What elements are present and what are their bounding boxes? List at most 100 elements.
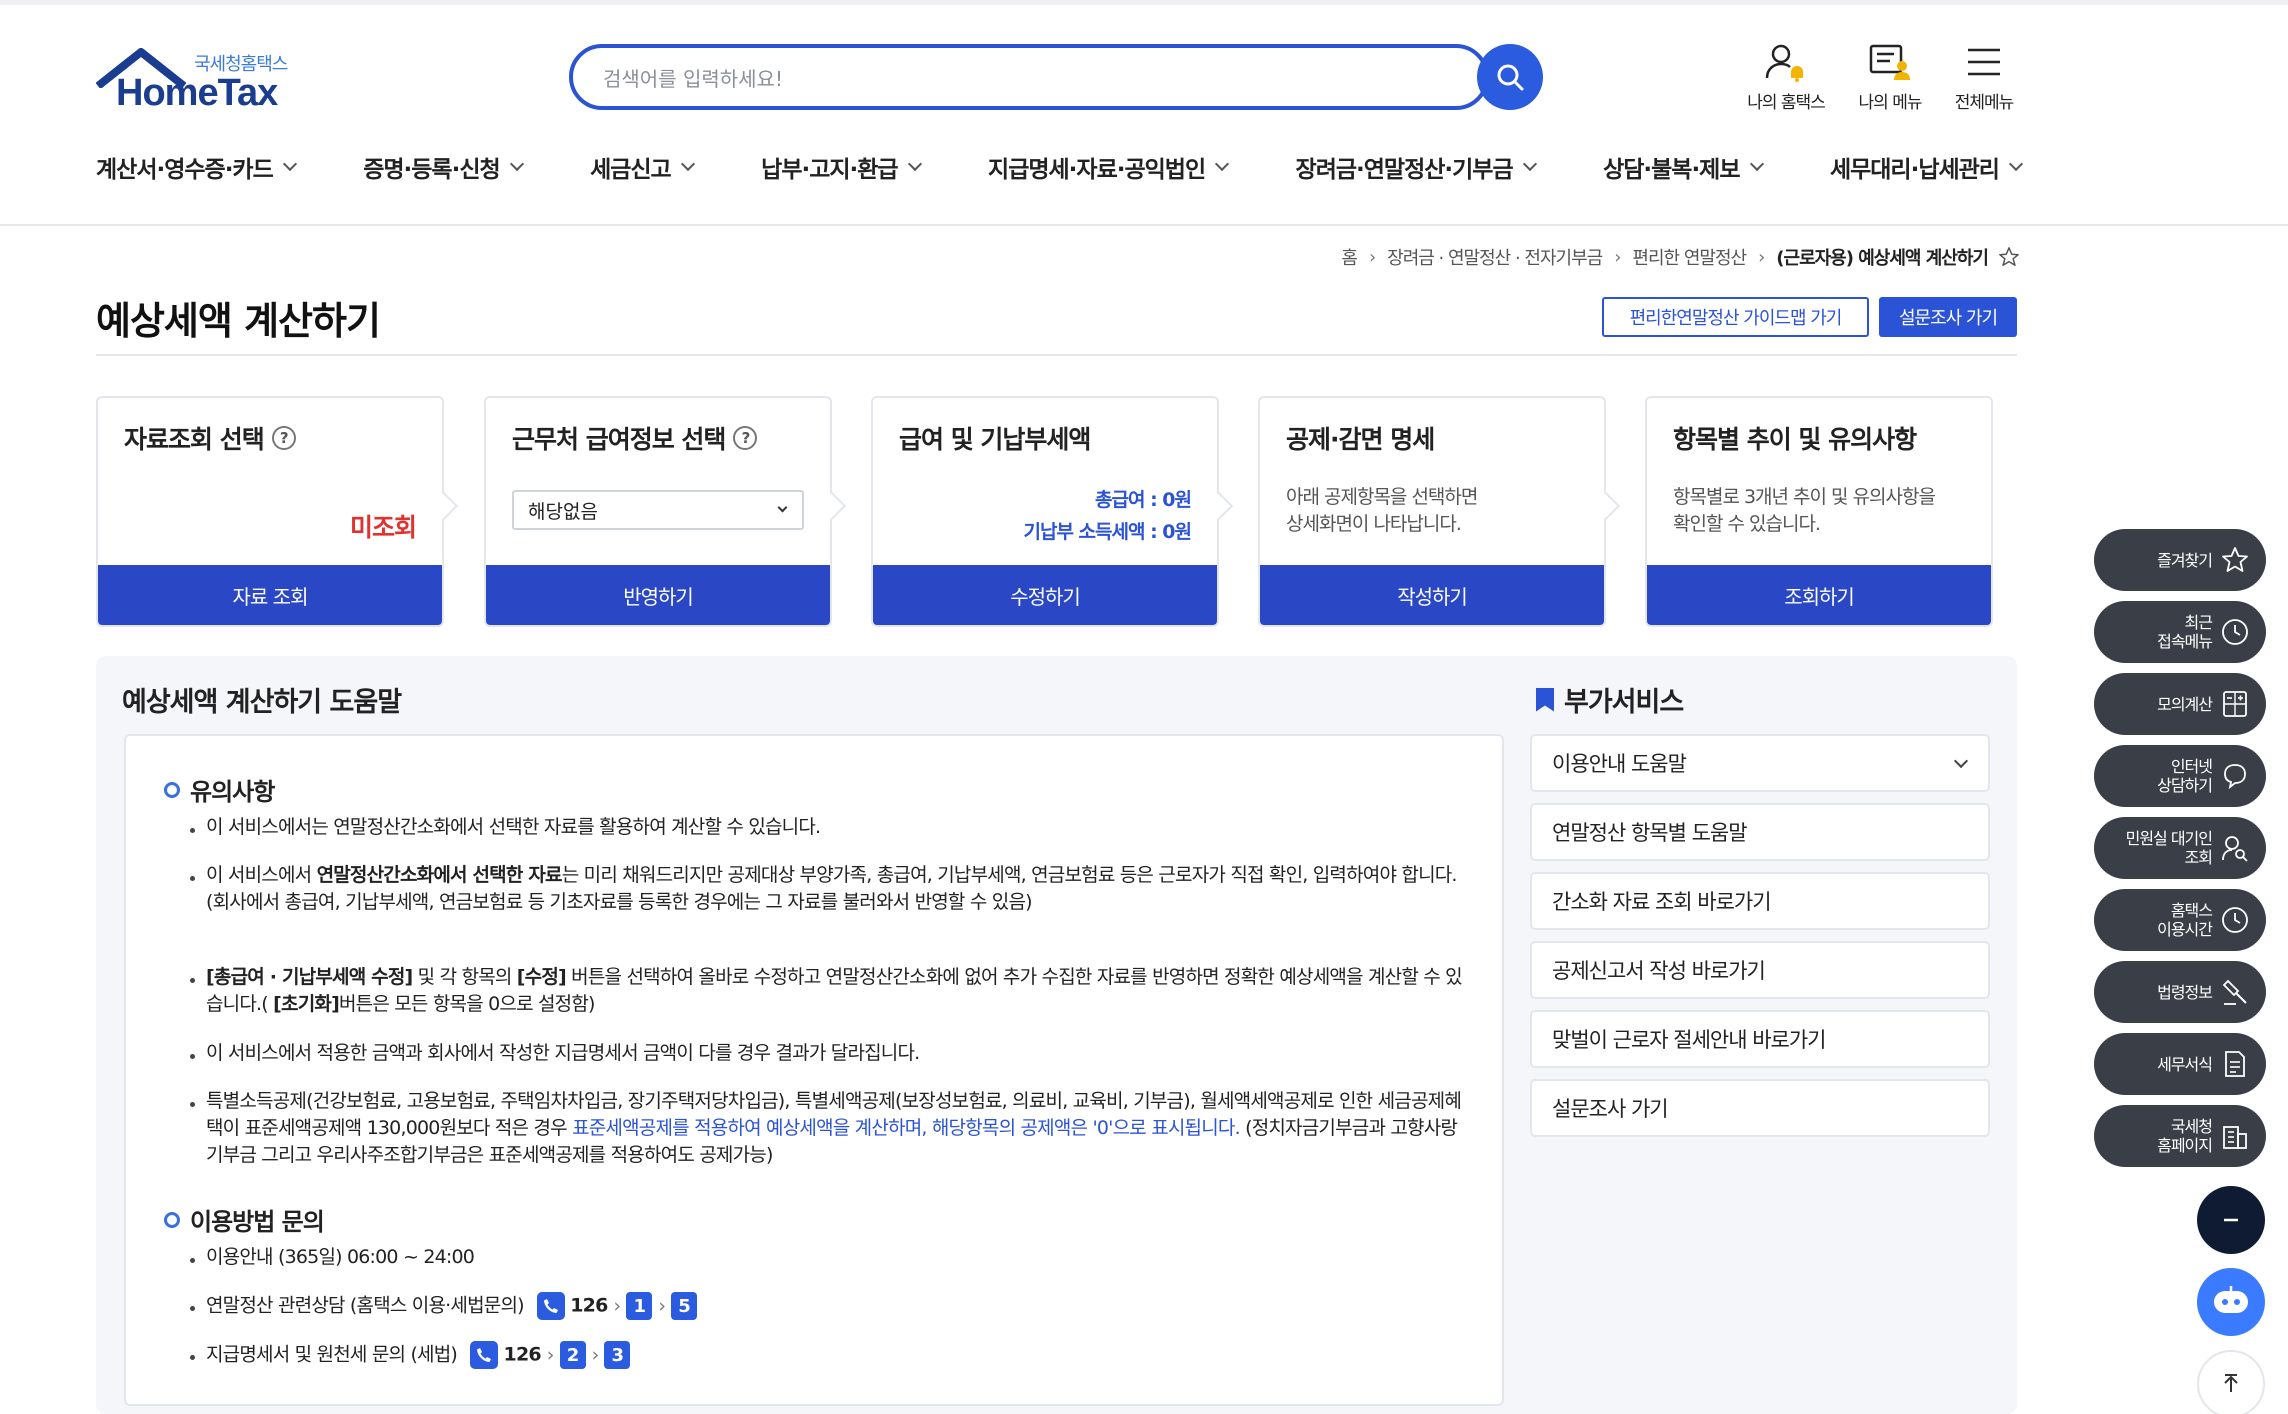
clock-icon [2222,619,2248,645]
write-button[interactable]: 작성하기 [1260,565,1604,625]
chatbot-icon [2214,1286,2248,1313]
help-title: 예상세액 계산하기 도움말 [122,687,402,718]
note-item: 특별소득공제(건강보험료, 고용보험료, 주택임차차입금, 장기주택저당차입금)… [190,1088,1470,1169]
chevron-right-icon: › [591,1343,600,1366]
edit-button[interactable]: 수정하기 [873,565,1217,625]
main-navigation: 계산서·영수증·카드 증명·등록·신청 세금신고 납부·고지·환급 지급명세·자… [96,150,2024,184]
quick-favorites[interactable]: 즐겨찾기 [2094,529,2266,591]
service-label: 설문조사 가기 [1552,1097,1669,1121]
step-title: 자료조회 선택 [124,425,265,454]
gnb-item-consult[interactable]: 상담·불복·제보 [1603,150,1764,184]
usage-heading: 이용방법 문의 [164,1202,325,1237]
chevron-down-icon [1749,156,1764,172]
service-help-dropdown[interactable]: 이용안내 도움말 [1530,734,1990,792]
usage-text: 이용안내 (365일) 06:00 ~ 24:00 [206,1246,475,1268]
chevron-right-icon: › [1368,246,1376,268]
usage-text: 연말정산 관련상담 (홈택스 이용·세법문의) [206,1294,525,1317]
quick-nts-homepage[interactable]: 국세청 홈페이지 [2094,1105,2266,1167]
apply-button[interactable]: 반영하기 [486,565,830,625]
hometax-logo[interactable]: 국세청홈택스 HomeTax [96,46,306,116]
usage-item: 이용안내 (365일) 06:00 ~ 24:00 [190,1244,1470,1271]
law-icon [2222,979,2247,1005]
search-input[interactable]: 검색어를 입력하세요! [569,44,1489,110]
all-menu-button[interactable]: 전체메뉴 [1946,42,2022,113]
service-item-survey[interactable]: 설문조사 가기 [1530,1079,1990,1137]
quick-label: 상담하기 [2157,776,2213,795]
breadcrumb-home[interactable]: 홈 [1341,244,1358,270]
quick-label: 홈페이지 [2157,1136,2213,1155]
prepaid-tax: 기납부 소득세액 : 0원 [1023,521,1192,543]
quick-tax-forms[interactable]: 세무서식 [2094,1033,2266,1095]
quick-label: 즐겨찾기 [2157,550,2213,570]
my-menu-button[interactable]: 나의 메뉴 [1848,42,1932,113]
help-icon[interactable]: ? [733,426,758,450]
gnb-item-tax-agent[interactable]: 세무대리·납세관리 [1830,150,2024,184]
service-item-dual-income[interactable]: 맞벌이 근로자 절세안내 바로가기 [1530,1010,1990,1068]
select-value: 해당없음 [528,500,598,523]
gnb-item-year-end[interactable]: 장려금·연말정산·기부금 [1295,150,1537,184]
step-deduction: 공제·감면 명세 아래 공제항목을 선택하면 상세화면이 나타납니다. 작성하기 [1258,396,1606,627]
quick-service-hours[interactable]: 홈택스 이용시간 [2094,889,2266,951]
quick-waiting-status[interactable]: 민원실 대기인 조회 [2094,817,2266,879]
usage-item: 지급명세서 및 원천세 문의 (세법) 126 › 2 › 3 [190,1341,1470,1369]
scroll-top-button[interactable] [2197,1350,2265,1414]
service-item-simplified-data[interactable]: 간소화 자료 조회 바로가기 [1530,872,1990,930]
gnb-item-invoice[interactable]: 계산서·영수증·카드 [96,150,297,184]
chatbot-button[interactable] [2197,1268,2265,1336]
survey-button[interactable]: 설문조사 가기 [1879,297,2017,337]
quick-law-info[interactable]: 법령정보 [2094,961,2266,1023]
quick-recent-menu[interactable]: 최근 접속메뉴 [2094,601,2266,663]
usage-item: 연말정산 관련상담 (홈택스 이용·세법문의) 126 › 1 › 5 [190,1292,1470,1320]
title-divider [96,354,2017,356]
form-icon [2225,1051,2245,1077]
gnb-item-payment[interactable]: 납부·고지·환급 [761,150,922,184]
gnb-label: 지급명세·자료·공익법인 [988,157,1206,183]
chevron-down-icon [777,502,788,513]
note-text: 버튼은 모든 항목을 0으로 설정함) [338,993,596,1015]
gnb-item-statement[interactable]: 지급명세·자료·공익법인 [988,150,1230,184]
menu-key-badge: 2 [559,1341,586,1369]
note-emphasis: [수정] [516,966,567,988]
service-item-deduction-form[interactable]: 공제신고서 작성 바로가기 [1530,941,1990,999]
service-item-yearend-help[interactable]: 연말정산 항목별 도움말 [1530,803,1990,861]
quick-label: 조회 [2184,848,2213,867]
note-text: 는 미리 채워드리지만 공제대상 부양가족, 총급여, 기납부세액, 연금보험료… [561,864,1458,886]
service-label: 이용안내 도움말 [1552,752,1687,776]
menu-key-badge: 5 [671,1292,698,1320]
workplace-select[interactable]: 해당없음 [512,490,804,530]
clock-icon [2222,907,2248,933]
view-button[interactable]: 조회하기 [1647,565,1991,625]
phone-icon [537,1292,565,1320]
collapse-quick-menu-button[interactable] [2197,1186,2265,1254]
quick-online-consult[interactable]: 인터넷 상담하기 [2094,745,2266,807]
my-hometax-button[interactable]: 나의 홈택스 [1740,42,1832,113]
quick-label: 세무서식 [2157,1054,2213,1074]
search-button[interactable] [1477,44,1543,110]
help-icon[interactable]: ? [271,426,296,450]
breadcrumb-item[interactable]: 편리한 연말정산 [1632,244,1747,270]
usage-text: 지급명세서 및 원천세 문의 (세법) [206,1343,458,1366]
chevron-down-icon [1953,753,1969,769]
gnb-label: 장려금·연말정산·기부금 [1295,157,1514,183]
gnb-item-certificate[interactable]: 증명·등록·신청 [363,150,524,184]
favorite-star-icon[interactable] [1998,246,2020,268]
gnb-label: 증명·등록·신청 [363,157,500,183]
note-emphasis: 연말정산간소화에서 선택한 자료 [316,864,563,886]
note-item: 이 서비스에서 적용한 금액과 회사에서 작성한 지급명세서 금액이 다를 경우… [190,1040,1470,1067]
guide-map-button[interactable]: 편리한연말정산 가이드맵 가기 [1602,297,1869,337]
note-highlight: 표준세액공제를 적용하여 예상세액을 계산하며, 해당항목의 공제액은 '0'으… [572,1117,1241,1139]
step-desc: 항목별로 3개년 추이 및 유의사항을 [1673,486,1936,508]
breadcrumb-item[interactable]: 장려금 · 연말정산 · 전자기부금 [1387,244,1603,270]
quick-label: 최근 [2184,613,2213,632]
note-item: 이 서비스에서는 연말정산간소화에서 선택한 자료를 활용하여 계산할 수 있습… [190,814,1470,841]
data-query-button[interactable]: 자료 조회 [98,565,442,625]
gnb-item-tax-report[interactable]: 세금신고 [590,150,695,184]
breadcrumb: 홈 › 장려금 · 연말정산 · 전자기부금 › 편리한 연말정산 › (근로자용) … [1341,244,2020,270]
step-salary: 급여 및 기납부세액 총급여 : 0원 기납부 소득세액 : 0원 수정하기 [871,396,1219,627]
step-desc: 확인할 수 있습니다. [1673,513,1821,535]
service-label: 간소화 자료 조회 바로가기 [1552,890,1772,914]
step-title: 급여 및 기납부세액 [899,425,1091,454]
quick-mock-calc[interactable]: 모의계산 [2094,673,2266,735]
breadcrumb-current: (근로자용) 예상세액 계산하기 [1776,248,1989,269]
step-title: 근무처 급여정보 선택 [512,425,726,454]
